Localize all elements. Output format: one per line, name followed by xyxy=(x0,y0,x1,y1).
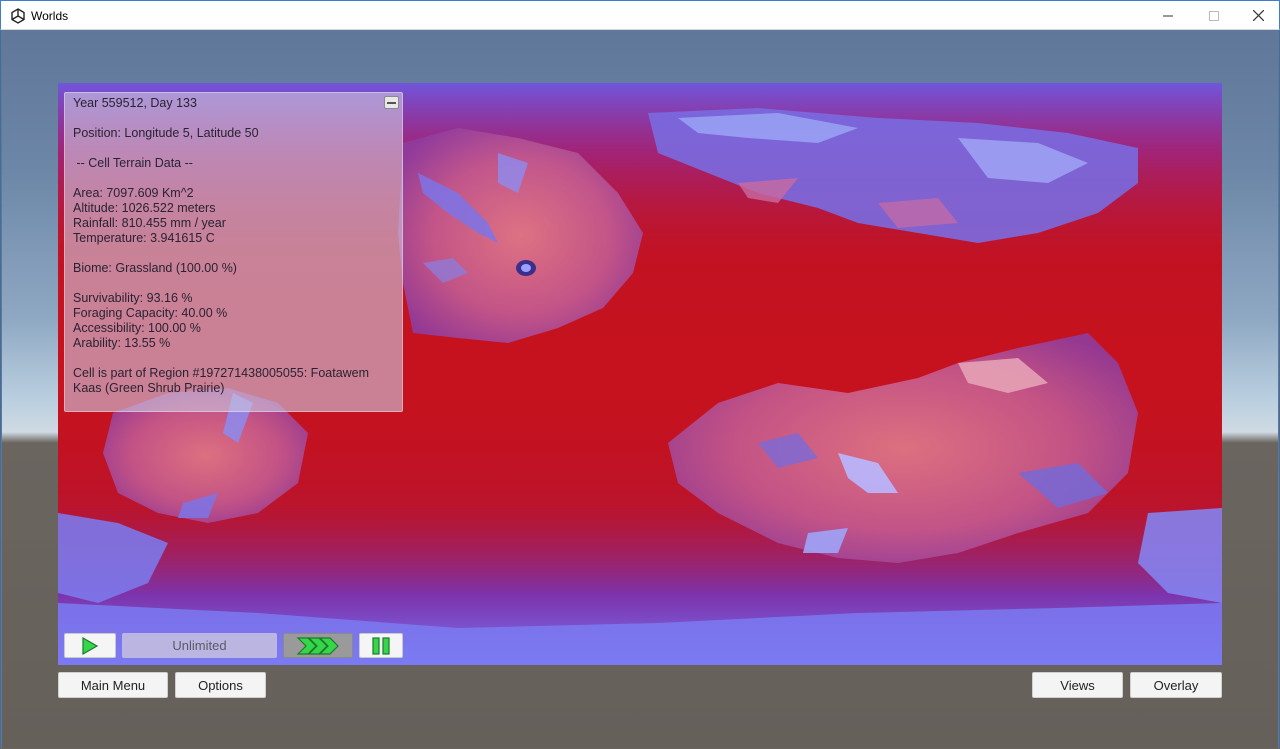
options-button[interactable]: Options xyxy=(175,672,266,698)
date-label: Year 559512, Day 133 xyxy=(73,96,197,110)
temperature-label: Temperature: 3.941615 C xyxy=(73,231,215,245)
window-title-bar: Worlds xyxy=(0,0,1280,30)
minimize-icon xyxy=(1163,15,1173,16)
altitude-label: Altitude: 1026.522 meters xyxy=(73,201,216,215)
minimize-button[interactable] xyxy=(1145,1,1191,30)
collapse-panel-button[interactable] xyxy=(384,96,399,109)
overlay-button[interactable]: Overlay xyxy=(1130,672,1222,698)
speed-value-label: Unlimited xyxy=(172,638,227,653)
biome-label: Biome: Grassland (100.00 %) xyxy=(73,261,237,275)
cell-info-panel: Year 559512, Day 133 Position: Longitude… xyxy=(64,92,403,412)
pause-button[interactable] xyxy=(359,633,403,658)
play-button[interactable] xyxy=(64,633,116,658)
survivability-label: Survivability: 93.16 % xyxy=(73,291,193,305)
foraging-label: Foraging Capacity: 40.00 % xyxy=(73,306,228,320)
main-menu-button[interactable]: Main Menu xyxy=(58,672,168,698)
region-label: Cell is part of Region #197271438005055:… xyxy=(73,366,370,395)
arability-label: Arability: 13.55 % xyxy=(73,336,171,350)
fast-forward-button[interactable] xyxy=(283,633,353,658)
unity-logo-icon xyxy=(11,8,25,24)
maximize-button[interactable] xyxy=(1191,1,1237,30)
rainfall-label: Rainfall: 810.455 mm / year xyxy=(73,216,226,230)
speed-value-field[interactable]: Unlimited xyxy=(122,633,277,658)
close-icon xyxy=(1252,10,1264,21)
area-label: Area: 7097.609 Km^2 xyxy=(73,186,194,200)
accessibility-label: Accessibility: 100.00 % xyxy=(73,321,201,335)
fast-forward-icon xyxy=(296,636,339,655)
views-button[interactable]: Views xyxy=(1032,672,1123,698)
maximize-icon xyxy=(1209,10,1219,21)
terrain-section-title: -- Cell Terrain Data -- xyxy=(73,156,193,170)
close-button[interactable] xyxy=(1235,1,1280,30)
position-label: Position: Longitude 5, Latitude 50 xyxy=(73,126,259,140)
play-icon xyxy=(82,636,99,655)
window-title: Worlds xyxy=(31,9,69,23)
pause-icon xyxy=(372,636,390,655)
